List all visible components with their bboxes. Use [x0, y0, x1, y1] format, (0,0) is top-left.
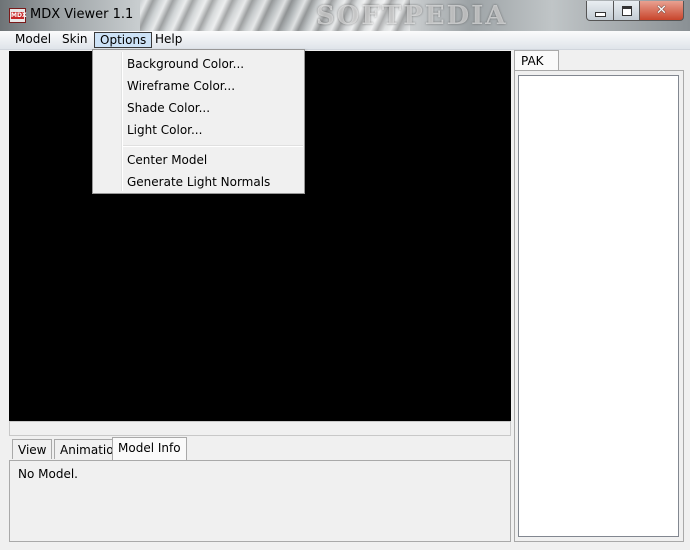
pak-file-list[interactable] — [518, 75, 679, 537]
menu-model[interactable]: Model — [10, 31, 56, 47]
close-button[interactable]: ✕ — [640, 1, 684, 21]
tab-model-info[interactable]: Model Info — [112, 437, 187, 460]
menu-help[interactable]: Help — [150, 31, 187, 47]
pak-panel — [514, 70, 684, 542]
minimize-icon — [594, 11, 606, 17]
menu-item-light-color[interactable]: Light Color... — [127, 119, 202, 141]
watermark-text: SOFTPEDIA — [316, 1, 508, 31]
menu-skin[interactable]: Skin — [57, 31, 93, 47]
title-bar[interactable]: MDX MDX Viewer 1.1 SOFTPEDIA ✕ — [0, 0, 690, 31]
app-icon-label: MDX — [11, 12, 27, 19]
maximize-button[interactable] — [614, 1, 640, 21]
options-dropdown-menu: Background Color... Wireframe Color... S… — [92, 49, 305, 194]
tab-view[interactable]: View — [12, 439, 53, 459]
menu-item-generate-light-normals[interactable]: Generate Light Normals — [127, 171, 270, 193]
window-controls: ✕ — [586, 1, 684, 21]
viewport-splitter[interactable] — [9, 421, 511, 436]
menu-separator — [123, 145, 303, 147]
model-info-panel: No Model. — [9, 460, 511, 542]
menu-item-shade-color[interactable]: Shade Color... — [127, 97, 210, 119]
menu-item-background-color[interactable]: Background Color... — [127, 53, 244, 75]
mdx-app-icon[interactable]: MDX — [9, 8, 27, 23]
maximize-icon — [621, 5, 632, 16]
menu-bar: Model Skin Options Help — [0, 31, 690, 50]
model-status-text: No Model. — [18, 467, 78, 481]
minimize-button[interactable] — [586, 1, 614, 21]
close-icon: ✕ — [656, 3, 667, 18]
window-title: MDX Viewer 1.1 — [30, 7, 134, 22]
menu-item-center-model[interactable]: Center Model — [127, 149, 207, 171]
right-tab-strip: PAK — [514, 50, 684, 73]
menu-item-wireframe-color[interactable]: Wireframe Color... — [127, 75, 235, 97]
menu-icon-gutter — [121, 52, 123, 191]
menu-options[interactable]: Options — [94, 32, 153, 48]
